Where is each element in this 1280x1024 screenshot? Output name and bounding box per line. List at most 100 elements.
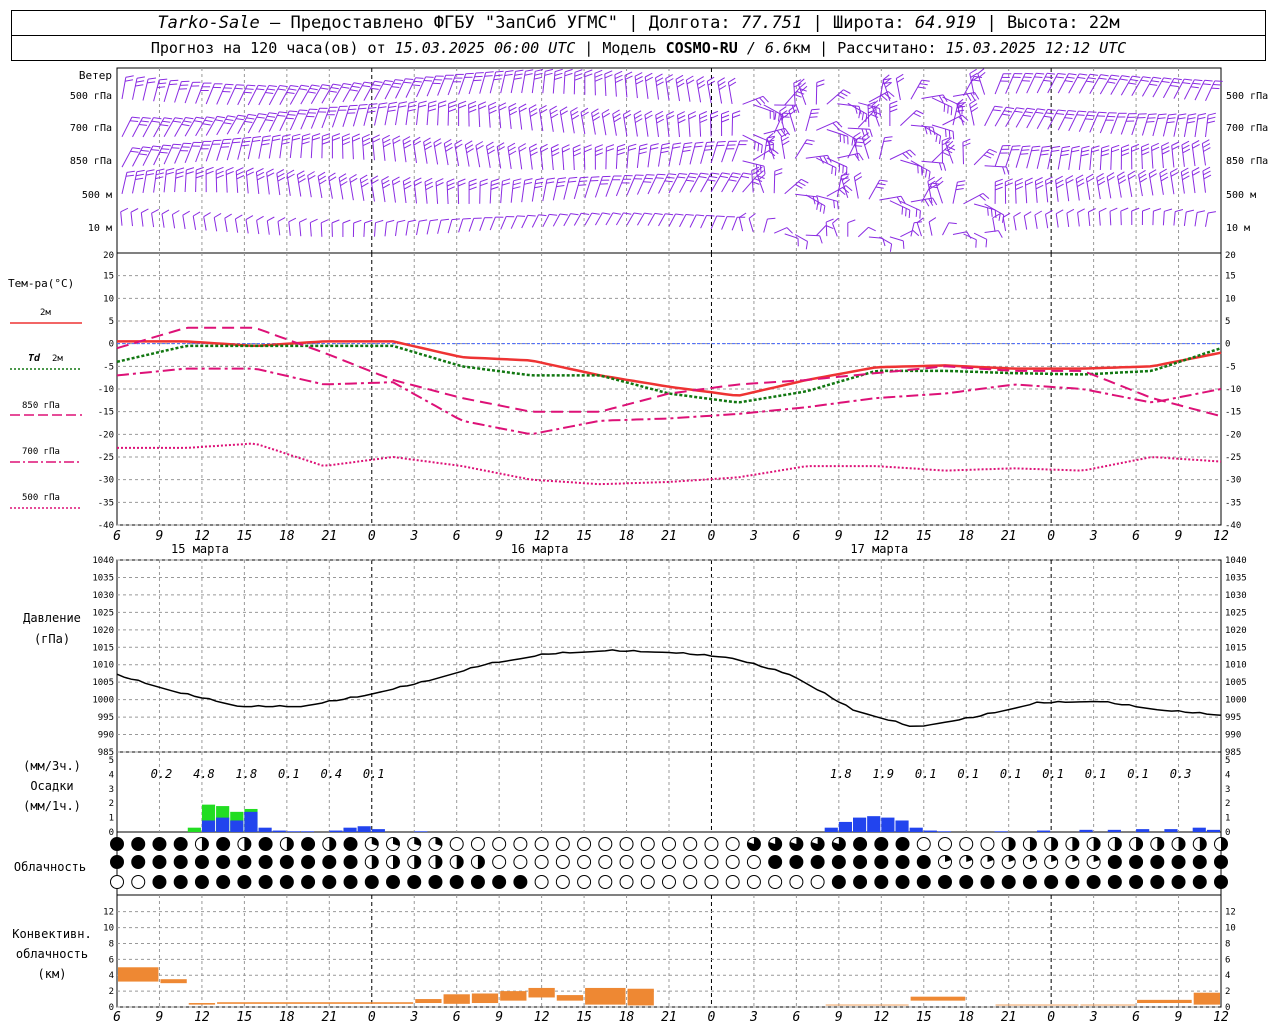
wind-barb [405, 103, 410, 126]
wind-barb-feather [413, 140, 422, 146]
wind-barb-feather [546, 177, 555, 180]
wind-barb-feather [349, 89, 358, 92]
wind-barb-feather [1045, 76, 1054, 79]
wind-barb-feather [473, 79, 482, 82]
wind-barb [721, 172, 734, 193]
precip-1h-bar [286, 831, 300, 832]
wind-barb-feather [661, 146, 670, 150]
wind-barb-feather [1161, 142, 1170, 147]
wind-barb-feather [1066, 113, 1075, 116]
wind-barb-feather [272, 134, 281, 138]
wind-barb [174, 170, 177, 193]
temperature-axis-tick-label: -35 [98, 498, 114, 508]
precip-1h-bar [1164, 829, 1178, 832]
pressure-axis-tick-label: 1035 [92, 573, 114, 583]
wind-barb-feather [650, 143, 659, 146]
cloud-cover-symbol [173, 875, 188, 889]
hour-tick-label: 3 [409, 1010, 418, 1024]
wind-barb-feather [705, 145, 714, 147]
wind-barb-feather [217, 115, 226, 119]
wind-barb-feather [468, 182, 477, 187]
temperature-axis-tick-label: 0 [109, 340, 114, 350]
wind-barb-feather [140, 120, 149, 123]
cloud-cover-symbol [704, 855, 719, 869]
wind-barb-feather [279, 85, 288, 88]
cloud-cover-symbol [831, 855, 846, 869]
wind-barb-feather [309, 87, 318, 91]
convective-cloud-bar [1137, 999, 1192, 1004]
wind-barb-feather [781, 136, 789, 142]
wind-barb-feather [368, 107, 377, 109]
wind-barb [584, 212, 593, 226]
wind-barb [900, 200, 921, 212]
wind-barb-feather [151, 120, 160, 123]
wind-barb [437, 220, 442, 234]
wind-barb [1099, 147, 1103, 171]
wind-barb-feather [529, 147, 538, 153]
convective-axis-tick-label: 6 [109, 955, 114, 965]
wind-barb-feather [438, 104, 447, 108]
wind-barb-feather [760, 144, 763, 154]
wind-barb [689, 172, 702, 193]
wind-barb-feather [1055, 179, 1064, 185]
wind-barb [405, 221, 409, 236]
wind-barb [163, 80, 171, 103]
wind-barb-feather [525, 69, 534, 72]
wind-barb-feather [645, 76, 654, 82]
cloud-cover-symbol [470, 837, 485, 851]
wind-barb [395, 222, 398, 237]
wind-barb [889, 149, 910, 160]
wind-barb [247, 137, 254, 160]
wind-barb-feather [771, 148, 779, 155]
wind-barb [552, 213, 561, 227]
wind-barb-feather [246, 117, 255, 120]
hour-tick-label: 9 [495, 529, 503, 544]
wind-barb-feather [262, 135, 271, 138]
wind-barb-feather [413, 136, 421, 142]
convective-cloud-bar [556, 995, 584, 1001]
wind-barb [531, 214, 539, 228]
precip-axis-tick-label: 3 [109, 785, 114, 795]
wind-barb-feather [1066, 208, 1075, 214]
cloud-cover-fill [1221, 837, 1228, 851]
wind-barb-feather [977, 68, 985, 75]
wind-barb-feather [136, 76, 145, 79]
temperature-axis-tick-label: 10 [1225, 294, 1236, 304]
cloud-cover-symbol [407, 875, 422, 889]
wind-barb-feather [196, 116, 205, 119]
wind-barb [226, 114, 239, 135]
wind-barb-feather [879, 108, 881, 117]
wind-barb-feather [446, 182, 455, 187]
wind-barb-feather [1121, 144, 1130, 149]
wind-barb-feather [753, 141, 756, 150]
wind-barb-feather [256, 215, 264, 221]
wind-barb [861, 137, 870, 159]
wind-barb-feather [382, 134, 390, 140]
wind-barb-feather [518, 147, 527, 152]
hour-tick-label: 15 [576, 1010, 592, 1024]
wind-barb-feather [743, 172, 752, 175]
wind-barb [977, 73, 986, 95]
wind-barb-feather [635, 79, 644, 85]
wind-barb-feather [617, 143, 626, 148]
wind-barb-feather [538, 214, 547, 217]
wind-barb-feather [776, 130, 783, 138]
wind-barb-feather [529, 108, 538, 113]
wind-barb-feather [645, 114, 653, 120]
wind-barb-feather [1002, 113, 1011, 116]
wind-barb-feather [235, 118, 244, 121]
wind-barb-feather [205, 166, 214, 171]
wind-barb-feather [990, 208, 993, 217]
precip-axis-tick-label: 2 [1225, 799, 1230, 809]
wind-barb-feather [360, 178, 369, 184]
cloud-cover-symbol [449, 837, 464, 851]
wind-barb-feather [1170, 85, 1179, 87]
wind-barb [700, 215, 707, 229]
wind-barb-feather [584, 148, 592, 153]
wind-barb-feather [158, 82, 167, 85]
wind-barb-feather [382, 138, 391, 144]
wind-barb-feather [570, 110, 579, 116]
wind-barb-feather [1088, 77, 1097, 80]
wind-barb [213, 217, 218, 232]
wind-barb-feather [919, 210, 921, 219]
